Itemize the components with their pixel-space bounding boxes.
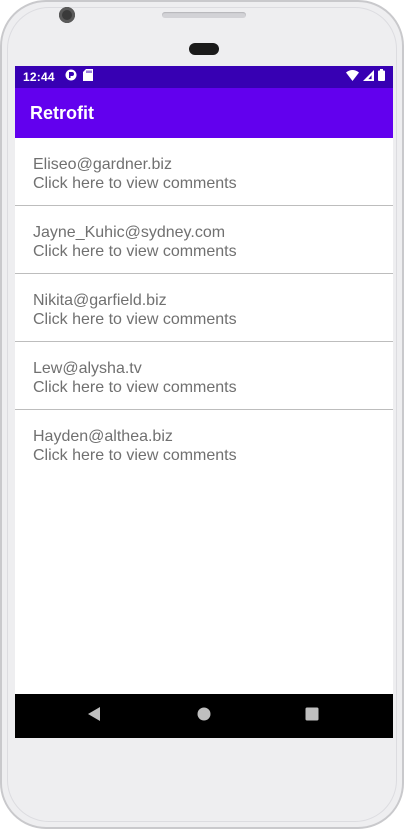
- status-right-icons: [346, 68, 385, 86]
- status-left-icons: [65, 68, 93, 86]
- list-item-action: Click here to view comments: [33, 447, 237, 464]
- front-camera: [59, 7, 75, 23]
- wifi-icon: [346, 68, 359, 86]
- list-item-email: Lew@alysha.tv: [33, 360, 142, 377]
- battery-icon: [378, 68, 385, 86]
- phone-frame: 12:44 Retrofit Eliseo@gardner.biz Click …: [0, 0, 404, 829]
- list-item[interactable]: Eliseo@gardner.biz Click here to view co…: [15, 138, 393, 206]
- earpiece-speaker: [162, 12, 246, 18]
- list-item-email: Eliseo@gardner.biz: [33, 156, 172, 173]
- list-item-email: Hayden@althea.biz: [33, 428, 173, 445]
- proximity-sensor: [189, 43, 219, 55]
- screen: 12:44 Retrofit Eliseo@gardner.biz Click …: [15, 66, 393, 738]
- home-button[interactable]: [194, 706, 214, 726]
- recents-button[interactable]: [302, 706, 322, 726]
- navigation-bar: [15, 694, 393, 738]
- back-icon: [87, 706, 101, 727]
- sync-icon: [65, 68, 77, 86]
- email-list: Eliseo@gardner.biz Click here to view co…: [15, 138, 393, 478]
- list-item-email: Jayne_Kuhic@sydney.com: [33, 224, 226, 241]
- sd-card-icon: [83, 68, 93, 86]
- list-item-action: Click here to view comments: [33, 243, 237, 260]
- back-button[interactable]: [84, 706, 104, 726]
- list-item[interactable]: Lew@alysha.tv Click here to view comment…: [15, 342, 393, 410]
- app-bar: Retrofit: [15, 88, 393, 138]
- cellular-signal-icon: [363, 68, 374, 86]
- list-item-action: Click here to view comments: [33, 379, 237, 396]
- list-item[interactable]: Hayden@althea.biz Click here to view com…: [15, 410, 393, 478]
- status-time: 12:44: [23, 70, 55, 84]
- list-item[interactable]: Nikita@garfield.biz Click here to view c…: [15, 274, 393, 342]
- list-item[interactable]: Jayne_Kuhic@sydney.com Click here to vie…: [15, 206, 393, 274]
- status-bar: 12:44: [15, 66, 393, 88]
- home-icon: [197, 707, 211, 726]
- recents-icon: [305, 707, 319, 726]
- list-item-action: Click here to view comments: [33, 311, 237, 328]
- list-item-email: Nikita@garfield.biz: [33, 292, 167, 309]
- app-title: Retrofit: [30, 103, 94, 123]
- list-item-action: Click here to view comments: [33, 175, 237, 192]
